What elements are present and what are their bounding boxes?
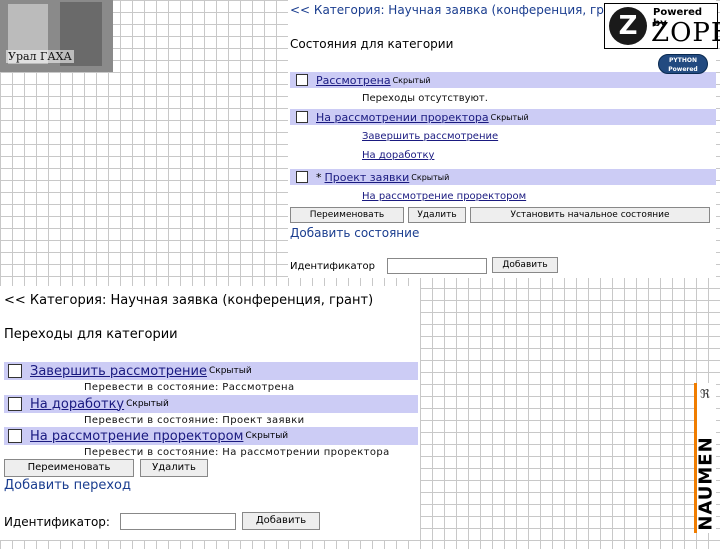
add-state-button[interactable]: Добавить <box>492 257 558 273</box>
zope-word: ZOPE <box>651 18 720 48</box>
state-row: * Проект заявки Скрытый <box>290 169 716 185</box>
states-heading: Состояния для категории <box>290 37 454 51</box>
uralgakha-logo: Урал ГАХА <box>0 0 113 72</box>
add-state-title: Добавить состояние <box>290 226 420 240</box>
state-hidden-tag: Скрытый <box>392 75 431 85</box>
state-checkbox[interactable] <box>296 74 308 86</box>
add-transition-title: Добавить переход <box>4 478 131 493</box>
state-link[interactable]: Рассмотрена <box>316 74 391 87</box>
zope-logo-icon: Z <box>609 7 647 45</box>
state-link[interactable]: Проект заявки <box>325 171 410 184</box>
state-hidden-tag: Скрытый <box>411 172 450 182</box>
state-checkbox[interactable] <box>296 111 308 123</box>
transitions-breadcrumb-link[interactable]: << Категория: Научная заявка (конференци… <box>4 293 373 308</box>
transitions-heading: Переходы для категории <box>4 327 178 342</box>
transition-row: На доработку Скрытый <box>4 395 418 413</box>
state-hidden-tag: Скрытый <box>490 112 529 122</box>
rename-state-button[interactable]: Переименовать <box>290 207 404 223</box>
transition-hidden-tag: Скрытый <box>126 399 169 409</box>
transition-checkbox[interactable] <box>8 429 22 443</box>
transition-id-input[interactable] <box>120 513 236 530</box>
state-id-input[interactable] <box>387 258 487 274</box>
state-row: На рассмотрении проректора Скрытый <box>290 109 716 125</box>
transition-link[interactable]: На доработку <box>30 397 124 412</box>
delete-transition-button[interactable]: Удалить <box>140 459 208 477</box>
state-transition-link[interactable]: На рассмотрение проректором <box>362 191 526 202</box>
rename-transition-button[interactable]: Переименовать <box>4 459 134 477</box>
transition-checkbox[interactable] <box>8 397 22 411</box>
transition-target: Перевести в состояние: Рассмотрена <box>84 382 295 393</box>
naumen-mark-icon: ℜ <box>700 387 710 401</box>
state-transition-link[interactable]: На доработку <box>362 150 434 161</box>
transition-link[interactable]: На рассмотрение проректором <box>30 429 243 444</box>
state-id-label: Идентификатор <box>290 261 375 272</box>
transition-target: Перевести в состояние: На рассмотрении п… <box>84 447 390 458</box>
state-row: Рассмотрена Скрытый <box>290 72 716 88</box>
delete-state-button[interactable]: Удалить <box>408 207 466 223</box>
naumen-logo: ℜ NAUMEN <box>694 383 717 533</box>
initial-state-marker: * <box>316 170 322 184</box>
states-breadcrumb-link[interactable]: << Категория: Научная заявка (конференци… <box>290 3 631 17</box>
set-initial-state-button[interactable]: Установить начальное состояние <box>470 207 710 223</box>
state-link[interactable]: На рассмотрении проректора <box>316 111 489 124</box>
transition-target: Перевести в состояние: Проект заявки <box>84 415 305 426</box>
logo-text: Урал ГАХА <box>6 50 74 63</box>
transition-row: Завершить рассмотрение Скрытый <box>4 362 418 380</box>
transitions-panel: << Категория: Научная заявка (конференци… <box>0 286 420 540</box>
transition-row: На рассмотрение проректором Скрытый <box>4 427 418 445</box>
transition-hidden-tag: Скрытый <box>208 366 252 376</box>
add-transition-button[interactable]: Добавить <box>242 512 320 530</box>
state-no-transitions: Переходы отсутствуют. <box>362 93 488 104</box>
naumen-logo-text: NAUMEN <box>695 436 717 531</box>
transition-link[interactable]: Завершить рассмотрение <box>30 364 207 379</box>
python-powered-badge: PYTHON Powered <box>658 54 708 74</box>
transition-hidden-tag: Скрытый <box>245 431 289 441</box>
transition-checkbox[interactable] <box>8 364 22 378</box>
zope-powered-badge: Z Powered by ZOPE <box>604 3 720 49</box>
transition-id-label: Идентификатор: <box>4 515 110 529</box>
state-checkbox[interactable] <box>296 171 308 183</box>
state-transition-link[interactable]: Завершить рассмотрение <box>362 131 498 142</box>
